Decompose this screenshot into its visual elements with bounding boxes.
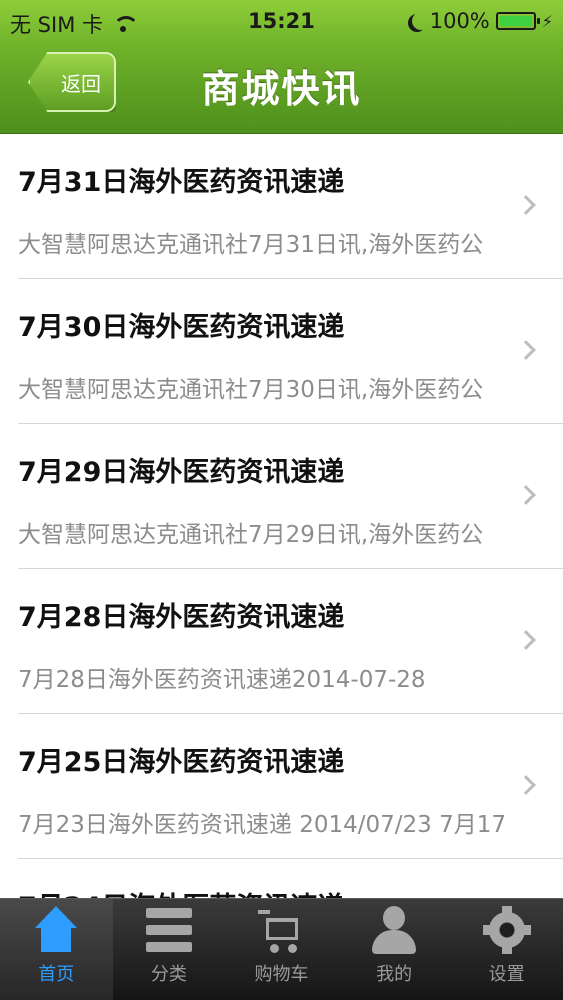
chevron-right-icon [516, 630, 536, 650]
list-item[interactable]: 7月29日海外医药资讯速递 大智慧阿思达克通讯社7月29日讯,海外医药公 [18, 424, 563, 569]
article-summary: 7月23日海外医药资讯速递 2014/07/23 7月17 [18, 812, 506, 838]
article-title: 7月24日海外医药资讯速递 [18, 885, 344, 898]
article-summary: 大智慧阿思达克通讯社7月31日讯,海外医药公 [18, 232, 484, 258]
battery-percent: 100% [429, 9, 490, 33]
tab-cart[interactable]: 购物车 [225, 899, 338, 1000]
list-item[interactable]: 7月25日海外医药资讯速递 7月23日海外医药资讯速递 2014/07/23 7… [18, 714, 563, 859]
page-title: 商城快讯 [201, 67, 362, 111]
cart-icon [256, 906, 306, 954]
article-summary: 7月28日海外医药资讯速递2014-07-28 [18, 667, 426, 693]
list-item[interactable]: 7月24日海外医药资讯速递 [18, 859, 563, 898]
status-bar: 无 SIM 卡 15:21 100% ⚡ [0, 0, 563, 44]
article-title: 7月31日海外医药资讯速递 [18, 167, 345, 198]
tab-bar: 首页 分类 购物车 我的 设置 [0, 898, 563, 1000]
tab-label: 分类 [150, 964, 187, 985]
chevron-right-icon [516, 775, 536, 795]
chevron-right-icon [516, 340, 536, 360]
article-title: 7月29日海外医药资讯速递 [18, 457, 345, 488]
do-not-disturb-icon [412, 12, 430, 30]
tab-label: 设置 [488, 964, 525, 985]
gear-icon [482, 906, 532, 954]
list-item[interactable]: 7月31日海外医药资讯速递 大智慧阿思达克通讯社7月31日讯,海外医药公 [18, 134, 563, 279]
category-icon [144, 906, 194, 954]
article-title: 7月30日海外医药资讯速递 [18, 312, 345, 343]
list-item[interactable]: 7月30日海外医药资讯速递 大智慧阿思达克通讯社7月30日讯,海外医药公 [18, 279, 563, 424]
tab-label: 首页 [38, 964, 75, 985]
tab-me[interactable]: 我的 [338, 899, 451, 1000]
article-list: 7月31日海外医药资讯速递 大智慧阿思达克通讯社7月31日讯,海外医药公 7月3… [0, 134, 563, 898]
top-bar: 无 SIM 卡 15:21 100% ⚡ 返回 商城快讯 [0, 0, 563, 134]
tab-settings[interactable]: 设置 [450, 899, 563, 1000]
tab-home[interactable]: 首页 [0, 899, 113, 1000]
battery-icon [495, 12, 540, 30]
chevron-right-icon [516, 485, 536, 505]
article-title: 7月25日海外医药资讯速递 [18, 747, 345, 778]
tab-category[interactable]: 分类 [113, 899, 226, 1000]
list-item[interactable]: 7月28日海外医药资讯速递 7月28日海外医药资讯速递2014-07-28 [18, 569, 563, 714]
home-icon [31, 906, 81, 954]
article-summary: 大智慧阿思达克通讯社7月30日讯,海外医药公 [18, 377, 484, 403]
chevron-right-icon [516, 195, 536, 215]
tab-label: 购物车 [254, 964, 309, 985]
tab-label: 我的 [376, 964, 413, 985]
user-icon [369, 906, 419, 954]
charging-icon: ⚡ [541, 11, 553, 31]
article-summary: 大智慧阿思达克通讯社7月29日讯,海外医药公 [18, 522, 484, 548]
article-title: 7月28日海外医药资讯速递 [18, 602, 345, 633]
